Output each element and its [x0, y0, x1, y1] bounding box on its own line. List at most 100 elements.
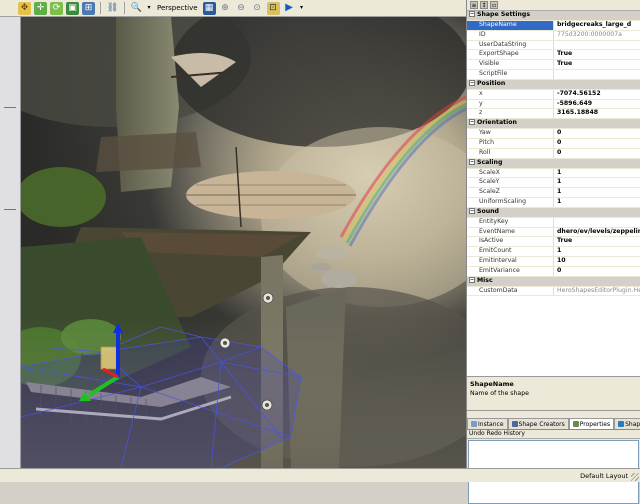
property-name[interactable]: EmitVariance [467, 266, 554, 276]
property-name[interactable]: ID [467, 30, 554, 40]
property-value[interactable]: 0 [554, 148, 640, 158]
property-row[interactable]: EmitCount1 [467, 247, 640, 257]
left-dock-strip[interactable] [0, 17, 21, 468]
property-row[interactable]: ScaleY1 [467, 178, 640, 188]
property-value[interactable]: 1 [554, 188, 640, 198]
collapse-toggle-icon[interactable]: − [469, 80, 475, 86]
property-value[interactable]: 0 [554, 129, 640, 139]
categorized-view-icon[interactable]: ≡ [470, 1, 478, 9]
collapse-toggle-icon[interactable]: − [469, 11, 475, 17]
property-name[interactable]: IsActive [467, 237, 554, 247]
tab-shape-search[interactable]: Shape Search [614, 418, 640, 429]
snap-icon[interactable]: ⊞ [82, 2, 95, 15]
3d-viewport[interactable] [21, 17, 466, 468]
dock-splitter[interactable] [4, 209, 16, 210]
frame-selection-icon[interactable]: ⊡ [267, 2, 280, 15]
property-value[interactable]: 3165.18848 [554, 109, 640, 119]
property-row[interactable]: Yaw0 [467, 129, 640, 139]
property-name[interactable]: Pitch [467, 138, 554, 148]
property-name[interactable]: UniformScaling [467, 198, 554, 208]
property-row[interactable]: Pitch0 [467, 138, 640, 148]
property-name[interactable]: Visible [467, 60, 554, 70]
sound-shape-icon[interactable] [218, 336, 232, 350]
property-row[interactable]: ShapeNamebridgecreaks_large_d [467, 20, 640, 30]
property-row[interactable]: EntityKey [467, 217, 640, 227]
property-row[interactable]: UniformScaling1 [467, 198, 640, 208]
property-value[interactable] [554, 40, 640, 50]
collapse-toggle-icon[interactable]: − [469, 208, 475, 214]
property-category[interactable]: −Shape Settings [467, 11, 640, 20]
property-value[interactable]: True [554, 60, 640, 70]
collapse-toggle-icon[interactable]: − [469, 119, 475, 125]
zoom-in-icon[interactable]: ⊕ [219, 2, 232, 15]
rotate-gizmo-icon[interactable]: ⟳ [50, 2, 63, 15]
zoom-extents-icon[interactable]: ⊙ [251, 2, 264, 15]
zoom-out-icon[interactable]: ⊖ [235, 2, 248, 15]
property-row[interactable]: IsActiveTrue [467, 237, 640, 247]
property-name[interactable]: z [467, 109, 554, 119]
property-name[interactable]: ScaleY [467, 178, 554, 188]
property-name[interactable]: ExportShape [467, 50, 554, 60]
property-row[interactable]: y-5896.649 [467, 99, 640, 109]
property-name[interactable]: EmitCount [467, 247, 554, 257]
property-value[interactable]: bridgecreaks_large_d [554, 20, 640, 30]
property-name[interactable]: ShapeName [467, 20, 554, 30]
play-dropdown-arrow-icon[interactable]: ▾ [299, 2, 305, 15]
property-category[interactable]: −Orientation [467, 119, 640, 129]
scale-gizmo-icon[interactable]: ▣ [66, 2, 79, 15]
view-mode-icon[interactable]: ▦ [203, 2, 216, 15]
property-value[interactable] [554, 70, 640, 80]
property-row[interactable]: EventNamedhero/ev/levels/zeppelin/amb [467, 227, 640, 237]
collapse-toggle-icon[interactable]: − [469, 159, 475, 165]
property-value[interactable]: HeroShapesEditorPlugin.HeroS [554, 286, 640, 296]
property-value[interactable]: 0 [554, 266, 640, 276]
property-name[interactable]: ScaleZ [467, 188, 554, 198]
property-name[interactable]: Roll [467, 148, 554, 158]
property-category[interactable]: −Misc [467, 276, 640, 286]
property-name[interactable]: y [467, 99, 554, 109]
property-value[interactable]: True [554, 237, 640, 247]
alphabetical-view-icon[interactable]: ↕ [480, 1, 488, 9]
property-row[interactable]: VisibleTrue [467, 60, 640, 70]
property-value[interactable]: True [554, 50, 640, 60]
sound-shape-icon[interactable] [261, 291, 275, 305]
transform-gizmo[interactable] [79, 323, 125, 401]
move-tool-icon[interactable]: ✥ [18, 2, 31, 15]
property-value[interactable]: -7074.56152 [554, 89, 640, 99]
tab-shape-creators[interactable]: Shape Creators [508, 418, 569, 429]
property-name[interactable]: EmitInterval [467, 257, 554, 267]
property-value[interactable]: 1 [554, 198, 640, 208]
property-name[interactable]: EntityKey [467, 217, 554, 227]
property-name[interactable]: ScriptFile [467, 70, 554, 80]
property-value[interactable]: 1 [554, 168, 640, 178]
property-row[interactable]: ScaleX1 [467, 168, 640, 178]
property-row[interactable]: x-7074.56152 [467, 89, 640, 99]
property-value[interactable]: 775d3200:0000007a [554, 30, 640, 40]
property-name[interactable]: x [467, 89, 554, 99]
property-category[interactable]: −Sound [467, 207, 640, 217]
property-name[interactable]: CustomData [467, 286, 554, 296]
property-value[interactable]: 0 [554, 138, 640, 148]
property-name[interactable]: EventName [467, 227, 554, 237]
property-row[interactable]: UserDataString [467, 40, 640, 50]
property-name[interactable]: Yaw [467, 129, 554, 139]
layout-name[interactable]: Default Layout [580, 472, 628, 480]
tab-properties[interactable]: Properties [569, 418, 614, 429]
resize-grip-icon[interactable] [631, 473, 639, 481]
property-row[interactable]: ID775d3200:0000007a [467, 30, 640, 40]
collapse-toggle-icon[interactable]: − [469, 277, 475, 283]
property-row[interactable]: z3165.18848 [467, 109, 640, 119]
play-icon[interactable]: ▶ [283, 2, 296, 15]
tab-instance[interactable]: Instance [467, 418, 508, 429]
property-name[interactable]: UserDataString [467, 40, 554, 50]
property-value[interactable]: 10 [554, 257, 640, 267]
property-row[interactable]: ScriptFile [467, 70, 640, 80]
property-name[interactable]: ScaleX [467, 168, 554, 178]
property-value[interactable]: -5896.649 [554, 99, 640, 109]
translate-gizmo-icon[interactable]: ✛ [34, 2, 47, 15]
dropdown-arrow-icon[interactable]: ▾ [146, 2, 152, 15]
property-row[interactable]: ScaleZ1 [467, 188, 640, 198]
property-row[interactable]: EmitVariance0 [467, 266, 640, 276]
property-row[interactable]: CustomDataHeroShapesEditorPlugin.HeroS [467, 286, 640, 296]
dock-splitter[interactable] [4, 107, 16, 108]
